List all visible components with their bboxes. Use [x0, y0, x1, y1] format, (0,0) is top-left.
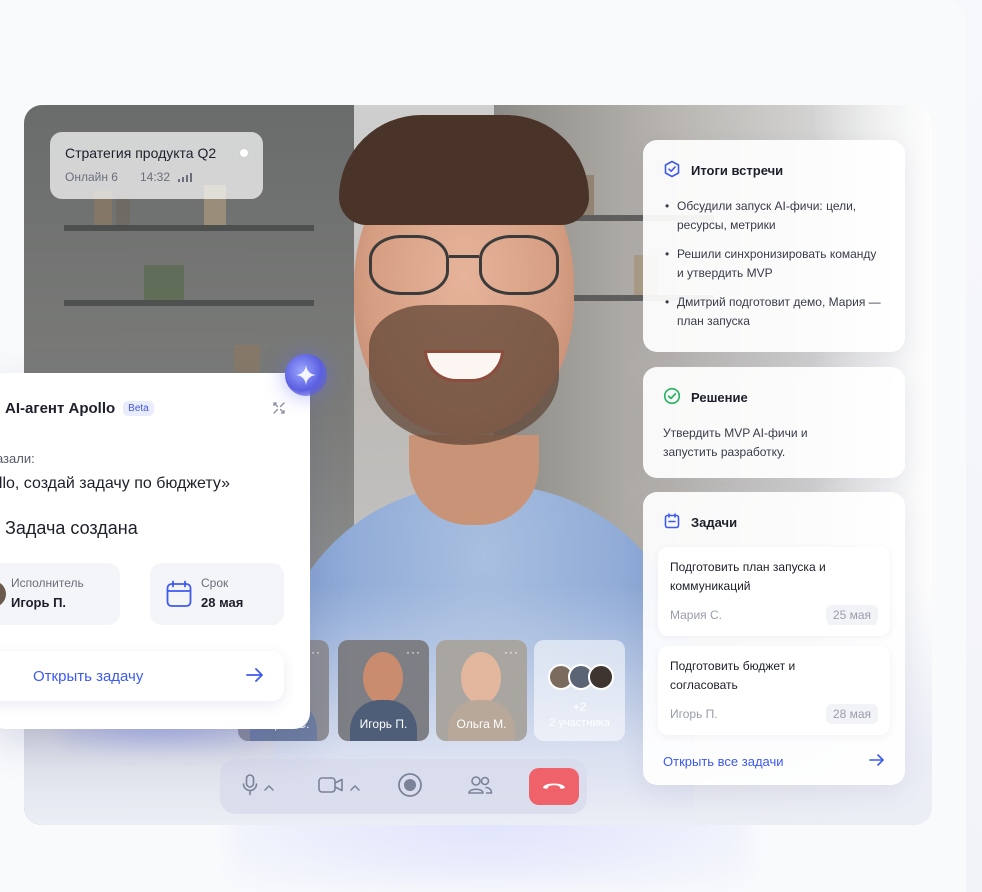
calendar-icon [166, 580, 192, 613]
meeting-summary-card: Итоги встречи Обсудили запуск AI-фичи: ц… [643, 140, 905, 352]
tasks-card: Задачи Подготовить план запуска и коммун… [643, 492, 905, 785]
summary-item: Решили синхронизировать команду и утверд… [663, 245, 885, 283]
summary-list: Обсудили запуск AI-фичи: цели, ресурсы, … [663, 197, 885, 331]
speaker-hair [339, 115, 589, 225]
live-dot [240, 149, 248, 157]
due-date-field[interactable]: Срок 28 мая [150, 563, 284, 625]
more-participants-plus: +2 [572, 700, 587, 714]
glasses-left [369, 235, 449, 295]
record-button[interactable] [397, 772, 423, 802]
participant-avatars [548, 664, 614, 690]
microphone-icon [242, 773, 258, 801]
summary-title: Итоги встречи [691, 163, 784, 178]
due-label: Срок [201, 576, 229, 590]
online-count: Онлайн 6 [65, 170, 118, 184]
decision-text: Утвердить MVP AI-фичи и запустить разраб… [663, 426, 808, 459]
collapse-icon[interactable] [272, 401, 286, 415]
arrow-right-icon [246, 667, 264, 688]
call-controls [220, 759, 587, 814]
participant-name: Ольга М. [456, 717, 507, 731]
task-created-status: Задача создана [5, 518, 138, 538]
assignee-field[interactable]: Исполнитель Игорь П. [0, 563, 120, 625]
task-date: 28 мая [825, 704, 878, 724]
hexagon-check-icon [663, 160, 681, 181]
ai-sparkle-icon[interactable] [285, 354, 327, 396]
signal-icon [178, 172, 193, 182]
meeting-info-pill: Стратегия продукта Q2 Онлайн 6 14:32 [50, 132, 263, 199]
task-assignee: Мария С. [670, 608, 723, 622]
decision-card: Решение Утвердить MVP AI-фичи и запустит… [643, 367, 905, 478]
participants-icon [467, 775, 493, 800]
task-item[interactable]: Подготовить план запуска и коммуникаций … [658, 547, 890, 636]
avatar [588, 664, 614, 690]
chevron-up-icon[interactable] [350, 778, 360, 796]
agent-name: AI-агент Apollo [5, 400, 116, 417]
summary-item: Обсудили запуск AI-фичи: цели, ресурсы, … [663, 197, 885, 235]
calendar-icon [663, 512, 681, 533]
meeting-title: Стратегия продукта Q2 [65, 145, 217, 161]
task-item[interactable]: Подготовить бюджет и согласовать Игорь П… [658, 646, 890, 735]
avatar [0, 581, 6, 607]
video-camera-icon [318, 776, 344, 799]
meeting-time: 14:32 [139, 170, 171, 184]
arrow-right-icon [869, 753, 885, 770]
open-task-label: Открыть задачу [33, 668, 144, 685]
due-value: 28 мая [201, 595, 244, 610]
more-options-icon[interactable]: ··· [406, 645, 421, 659]
voice-command-quote: ollo, создай задачу по бюджету» [0, 475, 231, 492]
ai-agent-panel: AI-агент Apollo Beta казали: ollo, созда… [0, 373, 310, 729]
beta-badge: Beta [123, 401, 154, 416]
participant-tile[interactable]: ··· Игорь П. [338, 640, 429, 741]
glasses-bridge [449, 255, 479, 258]
assignee-value: Игорь П. [11, 595, 67, 610]
tasks-title: Задачи [691, 515, 738, 530]
said-label: казали: [0, 451, 35, 466]
participant-tile[interactable]: ··· Ольга М. [436, 640, 527, 741]
participants-button[interactable] [467, 772, 493, 802]
glasses-right [479, 235, 559, 295]
task-title: Подготовить бюджет и согласовать [670, 659, 796, 692]
end-call-button[interactable] [529, 768, 579, 805]
task-title: Подготовить план запуска и коммуникаций [670, 560, 826, 593]
more-participants-count: 2 участника [549, 717, 610, 729]
participant-name: Игорь П. [359, 717, 408, 731]
chevron-up-icon[interactable] [264, 778, 274, 796]
phone-hangup-icon [541, 778, 567, 796]
open-all-tasks-link[interactable]: Открыть все задачи [658, 753, 890, 770]
camera-button[interactable] [318, 772, 360, 802]
task-assignee: Игорь П. [670, 707, 718, 721]
summary-item: Дмитрий подготовит демо, Мария — план за… [663, 293, 885, 331]
check-circle-icon [663, 387, 681, 408]
assignee-label: Исполнитель [11, 576, 84, 590]
more-options-icon[interactable]: ··· [504, 645, 519, 659]
decision-title: Решение [691, 390, 748, 405]
task-date: 25 мая [825, 605, 878, 625]
open-task-button[interactable]: Открыть задачу [0, 651, 284, 701]
microphone-button[interactable] [242, 772, 274, 802]
record-icon [397, 772, 423, 803]
more-participants-tile[interactable]: +2 2 участника [534, 640, 625, 741]
open-all-tasks-label: Открыть все задачи [663, 754, 784, 769]
